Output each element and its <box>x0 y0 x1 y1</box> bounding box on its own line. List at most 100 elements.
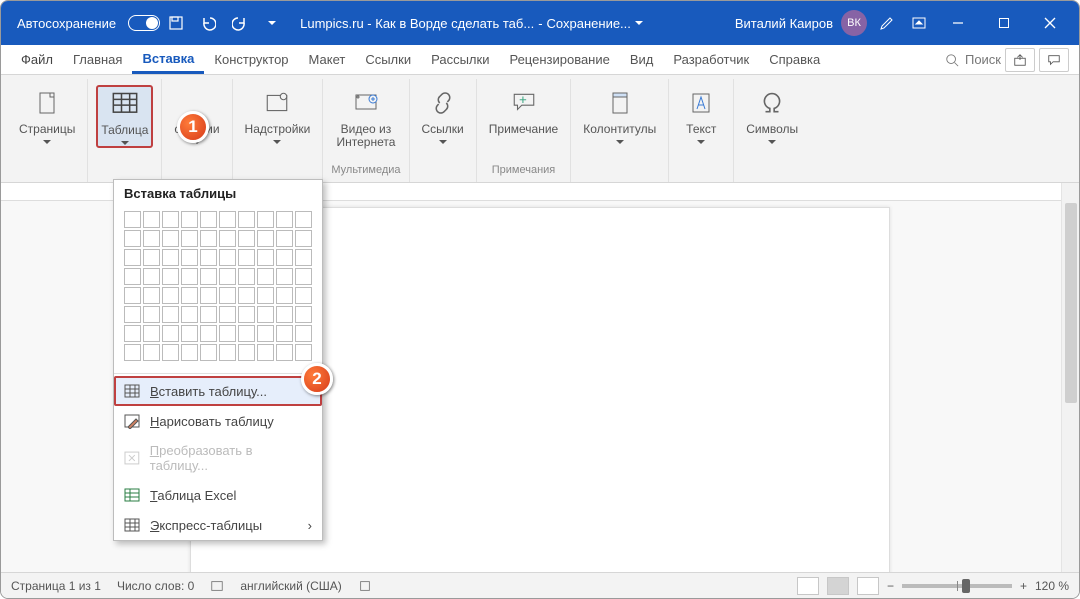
save-icon[interactable] <box>160 7 192 39</box>
tab-references[interactable]: Ссылки <box>355 45 421 74</box>
read-mode-button[interactable] <box>797 577 819 595</box>
grid-cell[interactable] <box>181 287 198 304</box>
print-layout-button[interactable] <box>827 577 849 595</box>
maximize-button[interactable] <box>981 1 1027 45</box>
grid-cell[interactable] <box>276 211 293 228</box>
grid-cell[interactable] <box>181 211 198 228</box>
comment-button[interactable]: Примечание <box>485 85 562 138</box>
grid-cell[interactable] <box>276 268 293 285</box>
grid-cell[interactable] <box>181 268 198 285</box>
grid-cell[interactable] <box>238 287 255 304</box>
search-box[interactable]: Поиск <box>945 52 1001 67</box>
language[interactable]: английский (США) <box>240 579 341 593</box>
grid-cell[interactable] <box>162 344 179 361</box>
grid-cell[interactable] <box>257 306 274 323</box>
menu-excel-table[interactable]: Таблица Excel <box>114 480 322 510</box>
page-count[interactable]: Страница 1 из 1 <box>11 579 101 593</box>
tab-help[interactable]: Справка <box>759 45 830 74</box>
grid-cell[interactable] <box>143 268 160 285</box>
grid-cell[interactable] <box>219 249 236 266</box>
grid-cell[interactable] <box>162 230 179 247</box>
grid-cell[interactable] <box>238 344 255 361</box>
grid-cell[interactable] <box>238 306 255 323</box>
zoom-minus[interactable]: − <box>887 579 894 593</box>
menu-draw-table[interactable]: Нарисовать таблицу <box>114 406 322 436</box>
spellcheck-icon[interactable] <box>210 579 224 593</box>
symbols-button[interactable]: Символы <box>742 85 802 146</box>
grid-cell[interactable] <box>238 268 255 285</box>
tab-review[interactable]: Рецензирование <box>499 45 619 74</box>
grid-cell[interactable] <box>219 344 236 361</box>
grid-cell[interactable] <box>124 287 141 304</box>
grid-cell[interactable] <box>276 230 293 247</box>
grid-cell[interactable] <box>200 344 217 361</box>
grid-cell[interactable] <box>276 306 293 323</box>
minimize-button[interactable] <box>935 1 981 45</box>
grid-cell[interactable] <box>295 287 312 304</box>
ribbon-display-icon[interactable] <box>903 7 935 39</box>
grid-cell[interactable] <box>200 325 217 342</box>
undo-icon[interactable] <box>192 7 224 39</box>
grid-cell[interactable] <box>219 325 236 342</box>
grid-cell[interactable] <box>200 211 217 228</box>
grid-cell[interactable] <box>257 249 274 266</box>
grid-cell[interactable] <box>257 325 274 342</box>
zoom-plus[interactable]: + <box>1020 579 1027 593</box>
grid-cell[interactable] <box>162 287 179 304</box>
grid-cell[interactable] <box>219 268 236 285</box>
grid-cell[interactable] <box>124 230 141 247</box>
grid-cell[interactable] <box>162 268 179 285</box>
grid-cell[interactable] <box>219 230 236 247</box>
grid-cell[interactable] <box>257 268 274 285</box>
links-button[interactable]: Ссылки <box>418 85 468 146</box>
grid-cell[interactable] <box>238 230 255 247</box>
share-button[interactable] <box>1005 48 1035 72</box>
avatar[interactable]: ВК <box>841 10 867 36</box>
grid-cell[interactable] <box>162 249 179 266</box>
comments-button[interactable] <box>1039 48 1069 72</box>
menu-insert-table[interactable]: Вставить таблицу... <box>114 376 322 406</box>
macro-icon[interactable] <box>358 579 372 593</box>
grid-cell[interactable] <box>162 325 179 342</box>
grid-cell[interactable] <box>181 230 198 247</box>
table-button[interactable]: Таблица <box>96 85 153 148</box>
grid-cell[interactable] <box>200 287 217 304</box>
grid-cell[interactable] <box>200 230 217 247</box>
grid-cell[interactable] <box>295 306 312 323</box>
grid-cell[interactable] <box>295 268 312 285</box>
header-footer-button[interactable]: Колонтитулы <box>579 85 660 146</box>
grid-cell[interactable] <box>143 230 160 247</box>
grid-cell[interactable] <box>295 344 312 361</box>
grid-cell[interactable] <box>162 211 179 228</box>
grid-cell[interactable] <box>124 211 141 228</box>
grid-cell[interactable] <box>276 287 293 304</box>
grid-cell[interactable] <box>181 325 198 342</box>
grid-cell[interactable] <box>143 344 160 361</box>
grid-cell[interactable] <box>276 344 293 361</box>
zoom-slider[interactable] <box>902 584 1012 588</box>
grid-cell[interactable] <box>257 344 274 361</box>
online-video-button[interactable]: Видео изИнтернета <box>332 85 399 151</box>
grid-cell[interactable] <box>295 230 312 247</box>
grid-cell[interactable] <box>143 287 160 304</box>
grid-cell[interactable] <box>219 211 236 228</box>
word-count[interactable]: Число слов: 0 <box>117 579 194 593</box>
autosave-toggle[interactable] <box>128 15 160 31</box>
qat-dropdown-icon[interactable] <box>256 7 288 39</box>
vertical-scrollbar[interactable] <box>1061 183 1079 572</box>
grid-cell[interactable] <box>238 249 255 266</box>
grid-cell[interactable] <box>276 325 293 342</box>
grid-cell[interactable] <box>143 249 160 266</box>
doc-title-caret-icon[interactable] <box>635 21 643 25</box>
grid-cell[interactable] <box>200 306 217 323</box>
grid-cell[interactable] <box>200 268 217 285</box>
grid-cell[interactable] <box>257 230 274 247</box>
grid-cell[interactable] <box>181 306 198 323</box>
grid-cell[interactable] <box>238 211 255 228</box>
grid-cell[interactable] <box>124 325 141 342</box>
grid-cell[interactable] <box>200 249 217 266</box>
grid-cell[interactable] <box>257 287 274 304</box>
tab-mailings[interactable]: Рассылки <box>421 45 499 74</box>
grid-cell[interactable] <box>143 306 160 323</box>
text-button[interactable]: Текст <box>677 85 725 146</box>
